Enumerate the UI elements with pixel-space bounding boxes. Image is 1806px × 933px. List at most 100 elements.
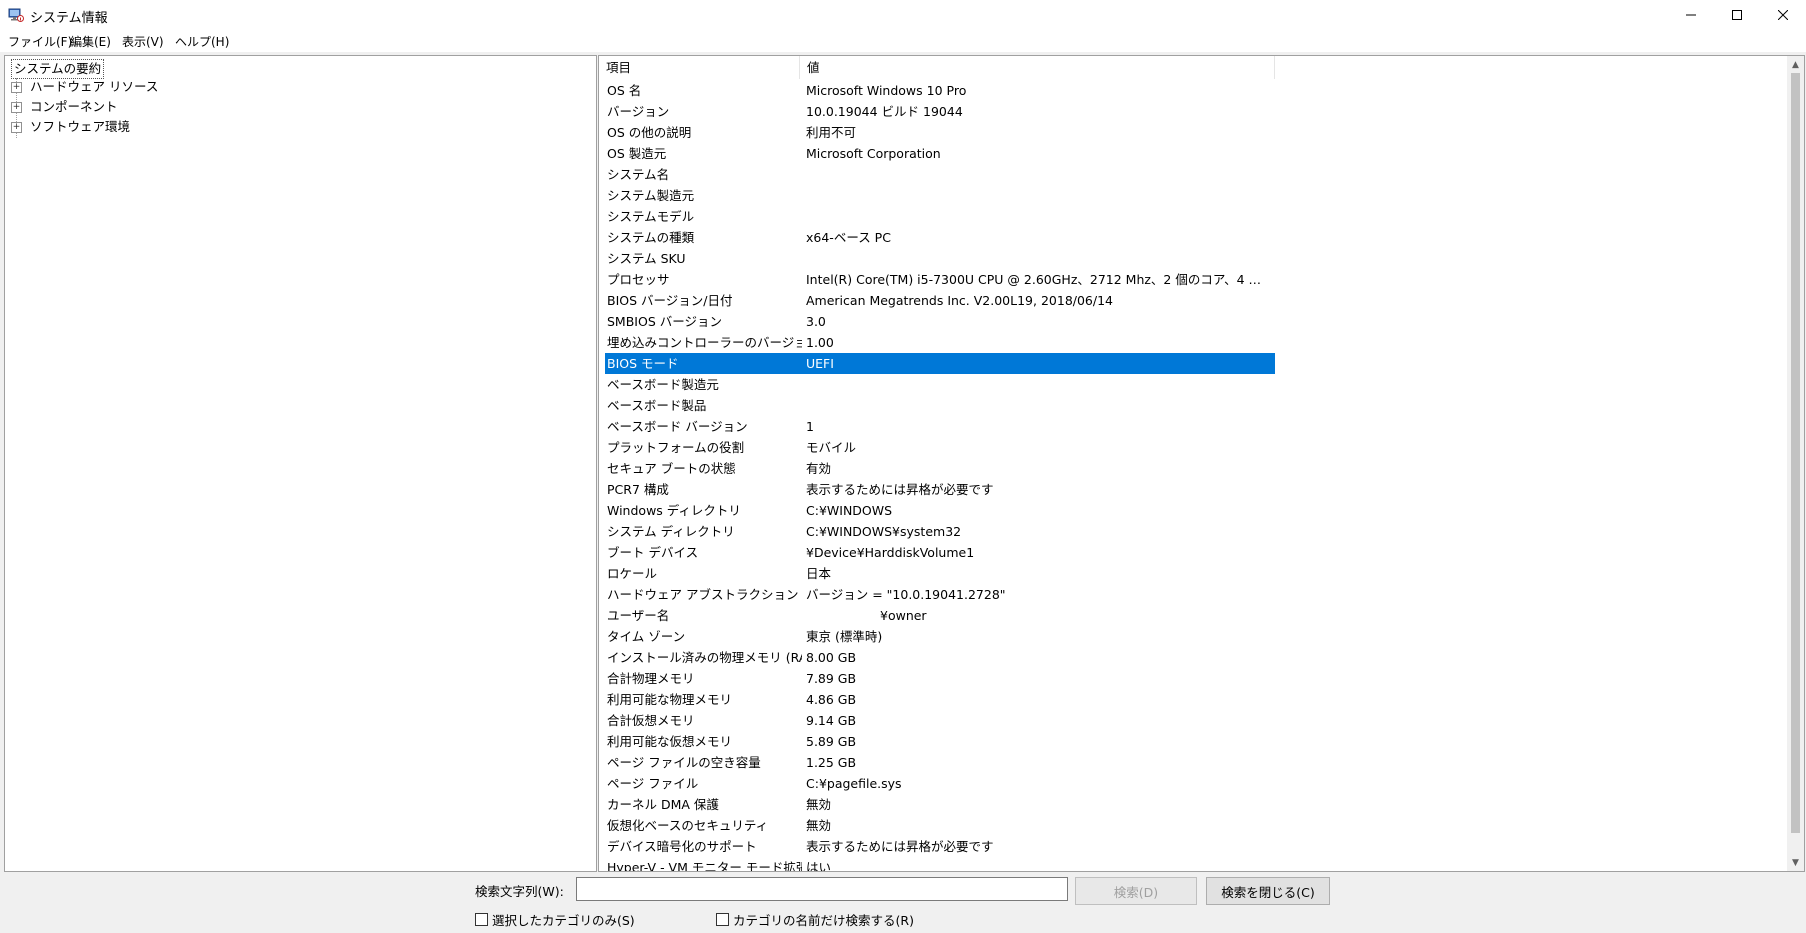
close-search-button[interactable]: 検索を閉じる(C) bbox=[1206, 877, 1330, 905]
table-row[interactable]: システム名 bbox=[605, 164, 1275, 185]
menu-edit[interactable]: 編集(E) bbox=[70, 33, 111, 50]
row-item: ハードウェア アブストラクション レイヤー bbox=[607, 587, 802, 602]
table-row[interactable]: システム ディレクトリ C:¥WINDOWS¥system32 bbox=[605, 521, 1275, 542]
scrollbar-thumb[interactable] bbox=[1791, 73, 1800, 833]
search-input[interactable] bbox=[576, 877, 1068, 901]
table-row[interactable]: Hyper-V - VM モニター モード拡張 はい bbox=[605, 857, 1275, 871]
table-row[interactable]: システムの種類 x64-ベース PC bbox=[605, 227, 1275, 248]
row-value: 10.0.19044 ビルド 19044 bbox=[806, 104, 963, 119]
column-header-value[interactable]: 値 bbox=[800, 56, 1275, 79]
table-row[interactable]: ページ ファイルの空き容量 1.25 GB bbox=[605, 752, 1275, 773]
row-value: C:¥WINDOWS¥system32 bbox=[806, 524, 962, 539]
row-value: x64-ベース PC bbox=[806, 230, 891, 245]
search-button[interactable]: 検索(D) bbox=[1075, 877, 1197, 905]
row-item: システム SKU bbox=[607, 251, 686, 266]
table-row[interactable]: OS 製造元 Microsoft Corporation bbox=[605, 143, 1275, 164]
row-item: 仮想化ベースのセキュリティ bbox=[607, 818, 769, 833]
checkbox-icon[interactable] bbox=[475, 913, 488, 926]
table-row[interactable]: 埋め込みコントローラーのバージョン 1.00 bbox=[605, 332, 1275, 353]
table-row[interactable]: 利用可能な物理メモリ 4.86 GB bbox=[605, 689, 1275, 710]
table-row[interactable]: ベースボード バージョン 1 bbox=[605, 416, 1275, 437]
tree-node-components[interactable]: コンポーネント bbox=[30, 98, 118, 116]
row-value: Microsoft Corporation bbox=[806, 146, 941, 161]
menu-help[interactable]: ヘルプ(H) bbox=[175, 33, 229, 50]
row-value: C:¥WINDOWS bbox=[806, 503, 893, 518]
table-row[interactable]: カーネル DMA 保護 無効 bbox=[605, 794, 1275, 815]
menu-view[interactable]: 表示(V) bbox=[122, 33, 164, 50]
table-row[interactable]: BIOS モード UEFI bbox=[605, 353, 1275, 374]
table-row[interactable]: システムモデル bbox=[605, 206, 1275, 227]
row-value: Intel(R) Core(TM) i5-7300U CPU @ 2.60GHz… bbox=[806, 272, 1272, 287]
table-row[interactable]: SMBIOS バージョン 3.0 bbox=[605, 311, 1275, 332]
row-item: ユーザー名 bbox=[607, 608, 670, 623]
row-item: BIOS バージョン/日付 bbox=[607, 293, 733, 308]
table-row[interactable]: 仮想化ベースのセキュリティ 無効 bbox=[605, 815, 1275, 836]
expand-icon[interactable]: + bbox=[11, 102, 22, 113]
row-value: UEFI bbox=[806, 356, 834, 371]
table-row[interactable]: デバイス暗号化のサポート 表示するためには昇格が必要です bbox=[605, 836, 1275, 857]
maximize-button[interactable] bbox=[1714, 0, 1760, 30]
row-item: SMBIOS バージョン bbox=[607, 314, 722, 329]
table-row[interactable]: OS の他の説明 利用不可 bbox=[605, 122, 1275, 143]
expand-icon[interactable]: + bbox=[11, 122, 22, 133]
menu-file[interactable]: ファイル(F) bbox=[8, 33, 72, 50]
minimize-button[interactable] bbox=[1668, 0, 1714, 30]
table-row[interactable]: 利用可能な仮想メモリ 5.89 GB bbox=[605, 731, 1275, 752]
search-label: 検索文字列(W): bbox=[475, 884, 564, 899]
row-item: カーネル DMA 保護 bbox=[607, 797, 719, 812]
row-item: デバイス暗号化のサポート bbox=[607, 839, 757, 854]
row-value: American Megatrends Inc. V2.00L19, 2018/… bbox=[806, 293, 1114, 308]
checkbox-icon[interactable] bbox=[716, 913, 729, 926]
expand-icon[interactable]: + bbox=[11, 82, 22, 93]
table-row[interactable]: BIOS バージョン/日付 American Megatrends Inc. V2… bbox=[605, 290, 1275, 311]
table-row[interactable]: OS 名 Microsoft Windows 10 Pro bbox=[605, 80, 1275, 101]
row-value: 3.0 bbox=[806, 314, 826, 329]
table-row[interactable]: タイム ゾーン 東京 (標準時) bbox=[605, 626, 1275, 647]
window-title: システム情報 bbox=[30, 11, 108, 26]
row-value: 1.00 bbox=[806, 335, 834, 350]
table-row[interactable]: ブート デバイス ¥Device¥HarddiskVolume1 bbox=[605, 542, 1275, 563]
scroll-down-icon[interactable]: ▼ bbox=[1787, 854, 1804, 871]
table-row[interactable]: 合計物理メモリ 7.89 GB bbox=[605, 668, 1275, 689]
table-row[interactable]: 合計仮想メモリ 9.14 GB bbox=[605, 710, 1275, 731]
scroll-up-icon[interactable]: ▲ bbox=[1787, 56, 1804, 73]
table-row[interactable]: PCR7 構成 表示するためには昇格が必要です bbox=[605, 479, 1275, 500]
row-value: 無効 bbox=[806, 818, 832, 833]
row-item: OS の他の説明 bbox=[607, 125, 692, 140]
row-value: 7.89 GB bbox=[806, 671, 857, 686]
table-row[interactable]: ベースボード製造元 bbox=[605, 374, 1275, 395]
table-row[interactable]: ユーザー名 ¥owner bbox=[605, 605, 1275, 626]
tree-node-software-environment[interactable]: ソフトウェア環境 bbox=[30, 118, 130, 136]
table-row[interactable]: プラットフォームの役割 モバイル bbox=[605, 437, 1275, 458]
tree-node-system-summary[interactable]: システムの要約 bbox=[11, 59, 105, 79]
table-row[interactable]: バージョン 10.0.19044 ビルド 19044 bbox=[605, 101, 1275, 122]
row-item: OS 製造元 bbox=[607, 146, 667, 161]
close-button[interactable] bbox=[1760, 0, 1806, 30]
row-item: ベースボード製品 bbox=[607, 398, 707, 413]
close-icon bbox=[1778, 10, 1788, 20]
table-row[interactable]: プロセッサ Intel(R) Core(TM) i5-7300U CPU @ 2.… bbox=[605, 269, 1275, 290]
row-value: ¥owner bbox=[880, 608, 927, 623]
row-value: 表示するためには昇格が必要です bbox=[806, 839, 994, 854]
category-tree[interactable]: システムの要約 + ハードウェア リソース + コンポーネント + ソフトウェア… bbox=[4, 55, 597, 872]
selected-category-only-checkbox[interactable]: 選択したカテゴリのみ(S) bbox=[475, 910, 635, 929]
table-row[interactable]: ページ ファイル C:¥pagefile.sys bbox=[605, 773, 1275, 794]
details-list[interactable]: 項目 値 OS 名 Microsoft Windows 10 Pro バージョン 10… bbox=[598, 55, 1805, 872]
table-row[interactable]: システム製造元 bbox=[605, 185, 1275, 206]
table-row[interactable]: システム SKU bbox=[605, 248, 1275, 269]
category-names-only-checkbox[interactable]: カテゴリの名前だけ検索する(R) bbox=[716, 910, 914, 929]
column-header-item[interactable]: 項目 bbox=[599, 56, 800, 79]
minimize-icon bbox=[1686, 14, 1696, 16]
row-item: 利用可能な仮想メモリ bbox=[607, 734, 733, 749]
table-row[interactable]: ベースボード製品 bbox=[605, 395, 1275, 416]
menu-bar: ファイル(F) 編集(E) 表示(V) ヘルプ(H) bbox=[0, 30, 1806, 52]
table-row[interactable]: セキュア ブートの状態 有効 bbox=[605, 458, 1275, 479]
table-row[interactable]: Windows ディレクトリ C:¥WINDOWS bbox=[605, 500, 1275, 521]
tree-node-hardware-resources[interactable]: ハードウェア リソース bbox=[30, 78, 158, 96]
table-row[interactable]: インストール済みの物理メモリ (RAM) 8.00 GB bbox=[605, 647, 1275, 668]
row-item: PCR7 構成 bbox=[607, 482, 669, 497]
row-value: バージョン = "10.0.19041.2728" bbox=[806, 587, 1006, 602]
table-row[interactable]: ロケール 日本 bbox=[605, 563, 1275, 584]
table-row[interactable]: ハードウェア アブストラクション レイヤーバージョン = "10.0.19041… bbox=[605, 584, 1275, 605]
vertical-scrollbar[interactable]: ▲ ▼ bbox=[1787, 56, 1804, 871]
